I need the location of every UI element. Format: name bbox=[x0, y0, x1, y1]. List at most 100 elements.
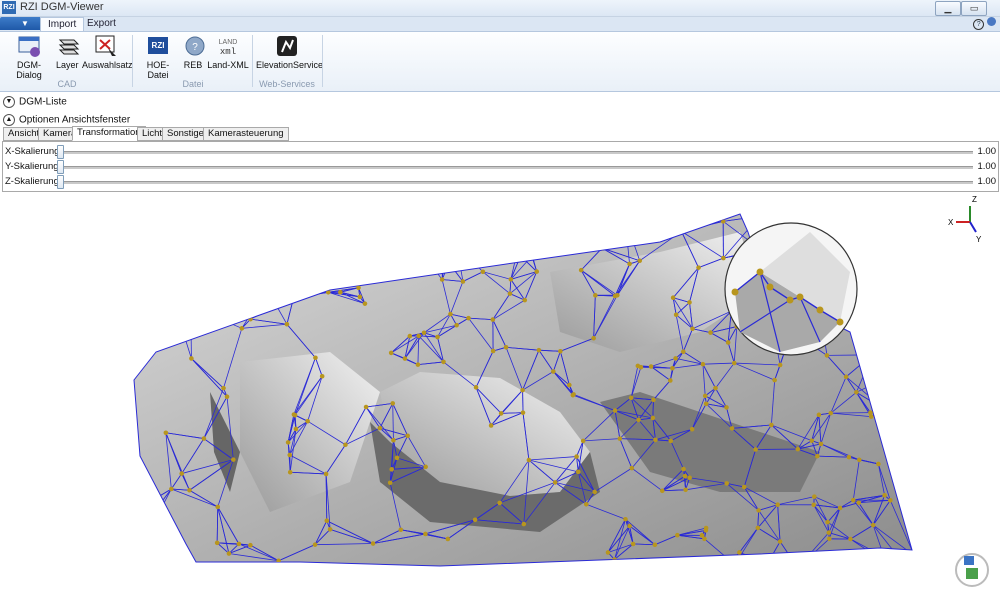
dgm-3d-viewport[interactable]: Z X Y bbox=[0, 192, 1000, 594]
mesh-vertex bbox=[702, 537, 707, 542]
mesh-vertex bbox=[520, 388, 525, 393]
group-label-datei: Datei bbox=[138, 79, 248, 89]
maximize-button[interactable]: ▭ bbox=[961, 1, 987, 16]
tab-export[interactable]: Export bbox=[80, 17, 123, 30]
mesh-vertex bbox=[906, 568, 911, 573]
mesh-vertex bbox=[481, 269, 486, 274]
mesh-vertex bbox=[363, 301, 368, 306]
tab-kamerasteuerung[interactable]: Kamerasteuerung bbox=[203, 127, 289, 141]
mesh-edge bbox=[173, 215, 197, 228]
z-scale-slider-thumb[interactable] bbox=[57, 175, 64, 189]
mesh-edge bbox=[888, 221, 916, 239]
mesh-edge bbox=[182, 240, 193, 250]
mesh-edge bbox=[267, 288, 294, 297]
mesh-edge bbox=[190, 213, 197, 216]
mesh-edge bbox=[173, 228, 193, 251]
svg-text:Z: Z bbox=[972, 195, 977, 204]
reb-button[interactable]: ? REB bbox=[182, 34, 204, 70]
mesh-vertex bbox=[885, 219, 890, 224]
mesh-edge bbox=[625, 218, 681, 232]
mesh-vertex bbox=[442, 217, 447, 222]
mesh-vertex bbox=[215, 541, 220, 546]
x-scale-slider-thumb[interactable] bbox=[57, 145, 64, 159]
mesh-vertex bbox=[870, 353, 875, 358]
help-icon[interactable]: ? bbox=[973, 19, 984, 30]
mesh-edge bbox=[845, 231, 884, 232]
dgm-list-expander[interactable]: ▼DGM-Liste bbox=[3, 96, 67, 108]
mesh-vertex bbox=[615, 293, 620, 298]
mesh-vertex bbox=[703, 394, 708, 399]
mesh-edge bbox=[138, 301, 176, 310]
mesh-vertex bbox=[651, 398, 656, 403]
settings-icon[interactable] bbox=[987, 17, 996, 26]
mesh-edge bbox=[173, 228, 182, 241]
mesh-edge bbox=[886, 312, 916, 364]
mesh-edge bbox=[855, 284, 917, 291]
terrain-mesh[interactable]: Z X Y bbox=[0, 192, 1000, 594]
y-scale-slider[interactable] bbox=[59, 166, 973, 169]
mesh-edge bbox=[445, 245, 457, 257]
mesh-vertex bbox=[683, 474, 688, 479]
mesh-edge bbox=[159, 251, 193, 261]
mesh-vertex bbox=[912, 284, 917, 289]
mesh-edge bbox=[251, 231, 252, 240]
mesh-edge bbox=[130, 541, 132, 544]
auswahlsatz-button[interactable]: Auswahlsatz bbox=[82, 34, 128, 70]
mesh-edge bbox=[886, 563, 908, 570]
dgm-dialog-button[interactable]: DGM-Dialog bbox=[6, 34, 52, 80]
mesh-edge bbox=[173, 228, 182, 241]
tab-import[interactable]: Import bbox=[40, 17, 84, 31]
mesh-vertex bbox=[521, 221, 526, 226]
mesh-vertex bbox=[391, 438, 396, 443]
chevron-down-icon: ▼ bbox=[3, 96, 15, 108]
mesh-edge bbox=[131, 259, 159, 260]
mesh-vertex bbox=[191, 249, 196, 254]
navigation-cube-icon[interactable] bbox=[956, 554, 988, 586]
mesh-edge bbox=[251, 231, 252, 240]
mesh-vertex bbox=[215, 505, 220, 510]
y-scale-row: Y-Skalierung 1.00 bbox=[3, 160, 998, 174]
elevation-service-button[interactable]: ElevationService bbox=[256, 34, 318, 70]
mesh-edge bbox=[268, 254, 295, 255]
mesh-edge bbox=[138, 274, 156, 301]
mesh-edge bbox=[190, 213, 193, 251]
z-scale-slider[interactable] bbox=[59, 181, 973, 184]
mesh-vertex bbox=[683, 487, 688, 492]
mesh-vertex bbox=[291, 295, 296, 300]
mesh-vertex bbox=[584, 502, 589, 507]
mesh-vertex bbox=[237, 542, 242, 547]
mesh-edge bbox=[138, 295, 163, 301]
mesh-edge bbox=[884, 221, 887, 232]
mesh-vertex bbox=[473, 517, 478, 522]
land-xml-button[interactable]: LANDxml Land-XML bbox=[207, 34, 249, 70]
mesh-vertex bbox=[856, 500, 861, 505]
z-scale-value: 1.00 bbox=[978, 176, 997, 187]
hoe-datei-button[interactable]: RZI HOE-Datei bbox=[138, 34, 178, 80]
mesh-edge bbox=[886, 556, 914, 563]
app-icon[interactable]: RZI bbox=[2, 1, 16, 14]
mesh-edge bbox=[130, 513, 131, 544]
tab-transformation[interactable]: Transformation bbox=[72, 126, 146, 141]
z-scale-row: Z-Skalierung 1.00 bbox=[3, 175, 998, 189]
mesh-edge bbox=[768, 563, 798, 568]
view-options-expander[interactable]: ▲Optionen Ansichtsfenster bbox=[3, 114, 130, 126]
mesh-edge bbox=[886, 291, 917, 312]
minimize-button[interactable]: ▁ bbox=[935, 1, 961, 16]
mesh-edge bbox=[131, 214, 133, 259]
mesh-vertex bbox=[410, 238, 415, 243]
mesh-vertex bbox=[868, 410, 873, 415]
mesh-vertex bbox=[435, 335, 440, 340]
y-scale-slider-thumb[interactable] bbox=[57, 160, 64, 174]
mesh-edge bbox=[182, 215, 197, 240]
mesh-edge bbox=[886, 286, 915, 312]
layer-button[interactable]: Layer bbox=[56, 34, 78, 70]
mesh-edge bbox=[602, 218, 625, 248]
mesh-vertex bbox=[364, 405, 369, 410]
mesh-vertex bbox=[388, 480, 393, 485]
mesh-edge bbox=[164, 295, 177, 310]
mesh-vertex bbox=[766, 560, 771, 565]
mesh-vertex bbox=[630, 466, 635, 471]
mesh-edge bbox=[252, 231, 264, 240]
mesh-edge bbox=[268, 254, 281, 260]
x-scale-slider[interactable] bbox=[59, 151, 973, 154]
